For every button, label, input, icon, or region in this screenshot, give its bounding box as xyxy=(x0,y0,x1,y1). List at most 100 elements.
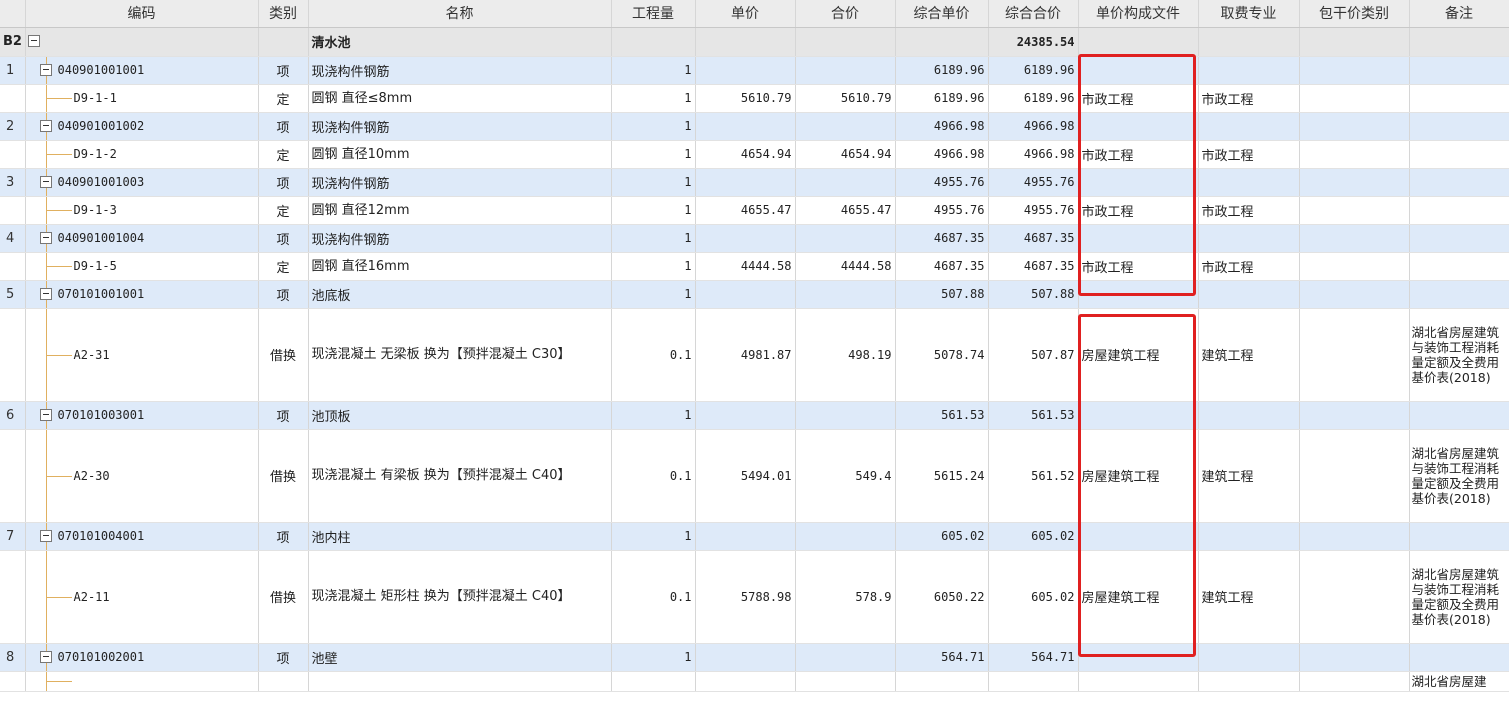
sub-comp-unit[interactable]: 4687.35 xyxy=(895,252,989,281)
sub-code[interactable] xyxy=(25,671,259,692)
item-note[interactable] xyxy=(1409,56,1509,85)
sub-name[interactable]: 现浇混凝土 有梁板 换为【预拌混凝土 C40】 xyxy=(308,429,612,523)
sub-name[interactable]: 圆钢 直径10mm xyxy=(308,140,612,169)
item-name[interactable]: 池内柱 xyxy=(308,522,612,551)
sub-code[interactable]: D9-1-1 xyxy=(25,84,259,113)
sub-row-number[interactable] xyxy=(0,429,26,523)
sub-unit-price[interactable]: 4444.58 xyxy=(695,252,796,281)
sub-row-number[interactable] xyxy=(0,252,26,281)
item-qty[interactable]: 1 xyxy=(611,224,696,253)
table-row[interactable]: A2-11 借换 现浇混凝土 矩形柱 换为【预拌混凝土 C40】 0.1 5788.98… xyxy=(0,550,1509,644)
header-col-4[interactable]: 单价 xyxy=(695,0,796,28)
item-name[interactable]: 现浇构件钢筋 xyxy=(308,224,612,253)
sub-unit-price[interactable]: 4655.47 xyxy=(695,196,796,225)
item-comp-unit[interactable]: 561.53 xyxy=(895,401,989,430)
sub-pkg[interactable] xyxy=(1299,429,1410,523)
sub-comp-unit[interactable]: 4955.76 xyxy=(895,196,989,225)
item-code[interactable]: 040901001004 xyxy=(25,224,259,253)
collapse-icon[interactable] xyxy=(39,120,52,132)
item-qty[interactable]: 1 xyxy=(611,643,696,672)
group-id[interactable]: B2 xyxy=(0,27,26,57)
header-col-8[interactable]: 单价构成文件 xyxy=(1078,0,1199,28)
sub-row-number[interactable] xyxy=(0,140,26,169)
sub-fee[interactable]: 市政工程 xyxy=(1198,196,1300,225)
item-amount[interactable] xyxy=(795,112,896,141)
sub-fee[interactable] xyxy=(1198,671,1300,692)
item-code[interactable]: 040901001002 xyxy=(25,112,259,141)
sub-amount[interactable]: 5610.79 xyxy=(795,84,896,113)
item-unit-price[interactable] xyxy=(695,56,796,85)
sub-qty[interactable]: 0.1 xyxy=(611,429,696,523)
sub-comp-unit[interactable]: 6050.22 xyxy=(895,550,989,644)
sub-fee[interactable]: 建筑工程 xyxy=(1198,429,1300,523)
collapse-icon[interactable] xyxy=(39,176,52,188)
item-qty[interactable]: 1 xyxy=(611,401,696,430)
item-amount[interactable] xyxy=(795,280,896,309)
header-col-5[interactable]: 合价 xyxy=(795,0,896,28)
item-amount[interactable] xyxy=(795,224,896,253)
sub-unit-price[interactable] xyxy=(695,671,796,692)
group-note[interactable] xyxy=(1409,27,1509,57)
group-name[interactable]: 清水池 xyxy=(308,27,612,57)
sub-note[interactable]: 湖北省房屋建筑与装饰工程消耗量定额及全费用基价表(2018) xyxy=(1409,429,1509,523)
sub-file[interactable]: 市政工程 xyxy=(1078,140,1199,169)
item-qty[interactable]: 1 xyxy=(611,168,696,197)
item-type[interactable]: 项 xyxy=(258,280,309,309)
item-amount[interactable] xyxy=(795,643,896,672)
item-name[interactable]: 池壁 xyxy=(308,643,612,672)
header-col-2[interactable]: 名称 xyxy=(308,0,612,28)
item-note[interactable] xyxy=(1409,168,1509,197)
table-row[interactable]: D9-1-3 定圆钢 直径12mm 1 4655.47 4655.47 4955.76 49… xyxy=(0,196,1509,225)
sub-comp-total[interactable]: 4966.98 xyxy=(988,140,1079,169)
item-file[interactable] xyxy=(1078,112,1199,141)
sub-comp-unit[interactable]: 4966.98 xyxy=(895,140,989,169)
header-col-1[interactable]: 类别 xyxy=(258,0,309,28)
item-note[interactable] xyxy=(1409,643,1509,672)
table-row[interactable]: 8 070101002001 项池壁 1 564.71 564.71 xyxy=(0,643,1509,672)
sub-comp-total[interactable]: 561.52 xyxy=(988,429,1079,523)
item-comp-unit[interactable]: 605.02 xyxy=(895,522,989,551)
item-comp-total[interactable]: 4687.35 xyxy=(988,224,1079,253)
sub-comp-unit[interactable]: 6189.96 xyxy=(895,84,989,113)
table-row[interactable]: A2-30 借换 现浇混凝土 有梁板 换为【预拌混凝土 C40】 0.1 5494.01… xyxy=(0,429,1509,523)
item-pkg[interactable] xyxy=(1299,643,1410,672)
item-comp-total[interactable]: 561.53 xyxy=(988,401,1079,430)
table-row[interactable]: 5 070101001001 项池底板 1 507.88 507.88 xyxy=(0,280,1509,309)
row-number[interactable]: 3 xyxy=(0,168,26,197)
item-comp-unit[interactable]: 4966.98 xyxy=(895,112,989,141)
table-row[interactable]: A2-31 借换 现浇混凝土 无梁板 换为【预拌混凝土 C30】 0.1 4981.87… xyxy=(0,308,1509,402)
collapse-icon[interactable] xyxy=(39,530,52,542)
group-fee[interactable] xyxy=(1198,27,1300,57)
header-rowno[interactable] xyxy=(0,0,26,28)
item-name[interactable]: 池顶板 xyxy=(308,401,612,430)
sub-type[interactable]: 借换 xyxy=(258,429,309,523)
item-qty[interactable]: 1 xyxy=(611,56,696,85)
sub-pkg[interactable] xyxy=(1299,671,1410,692)
item-type[interactable]: 项 xyxy=(258,112,309,141)
item-unit-price[interactable] xyxy=(695,401,796,430)
group-amount[interactable] xyxy=(795,27,896,57)
item-type[interactable]: 项 xyxy=(258,224,309,253)
item-pkg[interactable] xyxy=(1299,168,1410,197)
item-pkg[interactable] xyxy=(1299,56,1410,85)
sub-fee[interactable]: 市政工程 xyxy=(1198,140,1300,169)
sub-file[interactable]: 房屋建筑工程 xyxy=(1078,308,1199,402)
item-code[interactable]: 040901001003 xyxy=(25,168,259,197)
item-name[interactable]: 现浇构件钢筋 xyxy=(308,56,612,85)
collapse-icon[interactable] xyxy=(39,651,52,663)
item-qty[interactable]: 1 xyxy=(611,522,696,551)
sub-amount[interactable]: 4654.94 xyxy=(795,140,896,169)
sub-qty[interactable]: 1 xyxy=(611,196,696,225)
collapse-icon[interactable] xyxy=(39,232,52,244)
table-row[interactable]: 7 070101004001 项池内柱 1 605.02 605.02 xyxy=(0,522,1509,551)
sub-comp-unit[interactable]: 5615.24 xyxy=(895,429,989,523)
item-pkg[interactable] xyxy=(1299,224,1410,253)
item-pkg[interactable] xyxy=(1299,112,1410,141)
sub-fee[interactable]: 建筑工程 xyxy=(1198,550,1300,644)
item-type[interactable]: 项 xyxy=(258,401,309,430)
sub-comp-total[interactable]: 4687.35 xyxy=(988,252,1079,281)
table-row[interactable]: D9-1-1 定圆钢 直径≤8mm 1 5610.79 5610.79 6189.96 61… xyxy=(0,84,1509,113)
sub-note[interactable] xyxy=(1409,196,1509,225)
sub-name[interactable]: 圆钢 直径≤8mm xyxy=(308,84,612,113)
item-name[interactable]: 现浇构件钢筋 xyxy=(308,112,612,141)
